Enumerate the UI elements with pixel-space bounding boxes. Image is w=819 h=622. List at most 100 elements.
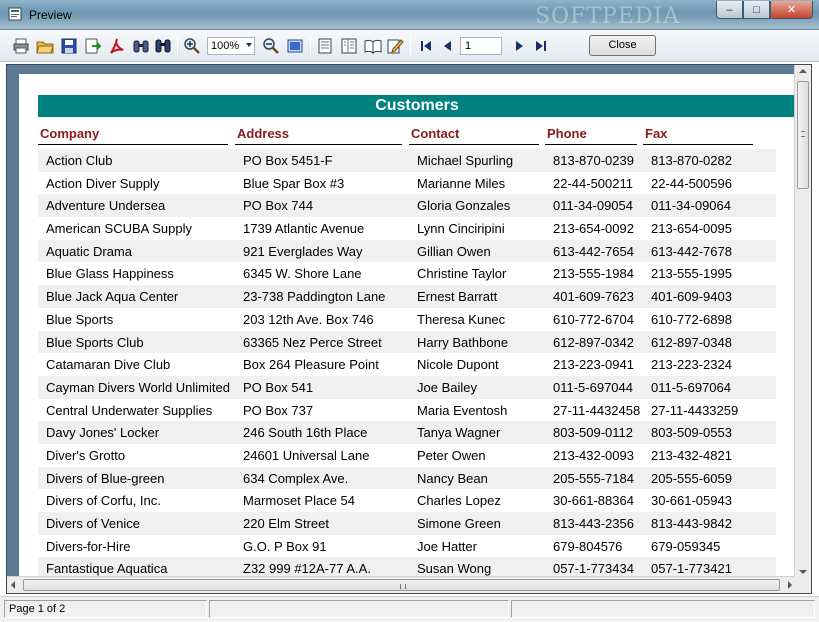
zoom-in-button[interactable]: [183, 37, 201, 55]
last-page-button[interactable]: [532, 37, 550, 55]
toolbar-separator: [410, 36, 411, 56]
save-button[interactable]: [60, 37, 78, 55]
cell-fax: 213-432-4821: [651, 447, 732, 463]
cell-contact: Maria Eventosh: [417, 402, 508, 418]
table-row: Action Club PO Box 5451-F Michael Spurling…: [38, 149, 776, 172]
print-button[interactable]: [12, 37, 30, 55]
title-bar: Preview SOFTPEDIA – □ ✕: [0, 0, 819, 30]
last-page-icon: [536, 41, 546, 51]
chevron-down-icon: [246, 43, 252, 47]
cell-company: Blue Sports Club: [46, 334, 144, 350]
edit-button[interactable]: [386, 37, 404, 55]
table-row: Divers-for-Hire G.O. P Box 91 Joe Hatter 67…: [38, 535, 776, 558]
table-row: Blue Sports 203 12th Ave. Box 746 Theresa …: [38, 308, 776, 331]
cell-address: 921 Everglades Way: [243, 243, 363, 259]
cell-address: Blue Spar Box #3: [243, 175, 345, 191]
zoom-value: 100%: [211, 40, 240, 52]
cell-contact: Lynn Cinciripini: [417, 221, 505, 237]
cell-contact: Simone Green: [417, 516, 501, 531]
table-row: Aquatic Drama 921 Everglades Way Gillian O…: [38, 239, 776, 263]
open-button[interactable]: [36, 37, 54, 55]
zoom-in-icon: [184, 38, 200, 54]
cell-phone: 813-443-2356: [553, 516, 634, 531]
cell-fax: 803-509-0553: [651, 425, 732, 441]
find-button[interactable]: [132, 37, 150, 55]
book-view-button[interactable]: [364, 37, 382, 55]
cell-contact: Joe Bailey: [417, 379, 477, 395]
cell-company: Blue Sports: [46, 311, 114, 327]
cell-fax: 610-772-6898: [651, 311, 732, 327]
cell-phone: 679-804576: [553, 538, 623, 554]
maximize-button[interactable]: □: [743, 1, 770, 19]
cell-phone: 057-1-773434: [553, 561, 634, 577]
status-pane: [511, 600, 815, 618]
toolbar: 100% 1: [0, 30, 819, 62]
page-number-value: 1: [465, 40, 472, 52]
export-icon: [85, 38, 102, 54]
prev-page-icon: [444, 41, 451, 51]
cell-phone: 213-555-1984: [553, 266, 634, 282]
cell-company: Davy Jones' Locker: [46, 425, 160, 441]
multi-page-icon: [341, 38, 357, 54]
first-page-button[interactable]: [417, 37, 435, 55]
table-row: Divers of Corfu, Inc. Marmoset Place 54 Ch…: [38, 489, 776, 512]
next-page-button[interactable]: [510, 37, 528, 55]
pdf-button[interactable]: [108, 37, 126, 55]
table-row: Blue Sports Club 63365 Nez Perce Street Ha…: [38, 330, 776, 354]
table-row: Divers of Blue-green 634 Complex Ave. Nanc…: [38, 466, 776, 490]
multi-page-button[interactable]: [340, 37, 358, 55]
export-button[interactable]: [84, 37, 102, 55]
cell-phone: 610-772-6704: [553, 311, 634, 327]
scroll-down-icon[interactable]: [799, 570, 807, 574]
cell-contact: Theresa Kunec: [417, 311, 506, 327]
minimize-button[interactable]: –: [716, 1, 743, 19]
cell-company: Divers of Venice: [46, 516, 140, 531]
next-page-icon: [516, 41, 523, 51]
minimize-icon: –: [726, 3, 733, 16]
vertical-scrollbar[interactable]: [794, 65, 811, 578]
cell-company: Diver's Grotto: [46, 447, 126, 463]
page-info: Page 1 of 2: [4, 600, 207, 618]
cell-fax: 011-34-09064: [651, 198, 731, 214]
horizontal-scrollbar[interactable]: [7, 576, 796, 593]
table-row: Cayman Divers World Unlimited PO Box 541 J…: [38, 375, 776, 399]
cell-fax: 27-11-4433259: [651, 402, 739, 418]
cell-contact: Marianne Miles: [417, 175, 506, 191]
scroll-right-icon[interactable]: [788, 581, 792, 589]
page-number-input[interactable]: 1: [460, 37, 502, 55]
close-window-button[interactable]: ✕: [770, 1, 813, 19]
preview-area[interactable]: Customers Company Address Contact Phone …: [6, 64, 812, 594]
cell-phone: 803-509-0112: [553, 425, 633, 441]
cell-contact: Christine Taylor: [417, 266, 507, 282]
cell-fax: 401-609-9403: [651, 289, 732, 305]
cell-fax: 213-555-1995: [651, 266, 732, 282]
cell-address: 24601 Universal Lane: [243, 447, 370, 463]
cell-company: Divers of Blue-green: [46, 470, 165, 486]
cell-address: PO Box 737: [243, 402, 314, 418]
cell-contact: Nicole Dupont: [417, 357, 499, 373]
grip-icon: [400, 584, 406, 589]
prev-page-button[interactable]: [439, 37, 457, 55]
cell-fax: 213-223-2324: [651, 357, 732, 373]
scroll-up-icon[interactable]: [799, 69, 807, 73]
close-button[interactable]: Close: [589, 35, 656, 56]
cell-contact: Gloria Gonzales: [417, 198, 511, 214]
cell-address: 246 South 16th Place: [243, 425, 368, 441]
cell-company: American SCUBA Supply: [46, 221, 192, 237]
cell-contact: Joe Hatter: [417, 538, 477, 554]
scroll-left-icon[interactable]: [11, 581, 15, 589]
zoom-select[interactable]: 100%: [207, 37, 255, 55]
grip-icon: [801, 131, 805, 137]
find-next-button[interactable]: [154, 37, 172, 55]
single-page-button[interactable]: [316, 37, 334, 55]
single-page-icon: [318, 38, 332, 54]
cell-company: Adventure Undersea: [46, 198, 166, 214]
vertical-scroll-thumb[interactable]: [797, 81, 809, 189]
cell-phone: 011-5-697044: [553, 379, 633, 395]
table-row: American SCUBA Supply 1739 Atlantic Avenu…: [38, 217, 776, 240]
fit-page-button[interactable]: [286, 37, 304, 55]
cell-fax: 213-654-0095: [651, 221, 732, 237]
zoom-out-button[interactable]: [262, 37, 280, 55]
horizontal-scroll-thumb[interactable]: [23, 579, 780, 591]
cell-phone: 30-661-88364: [553, 493, 634, 509]
